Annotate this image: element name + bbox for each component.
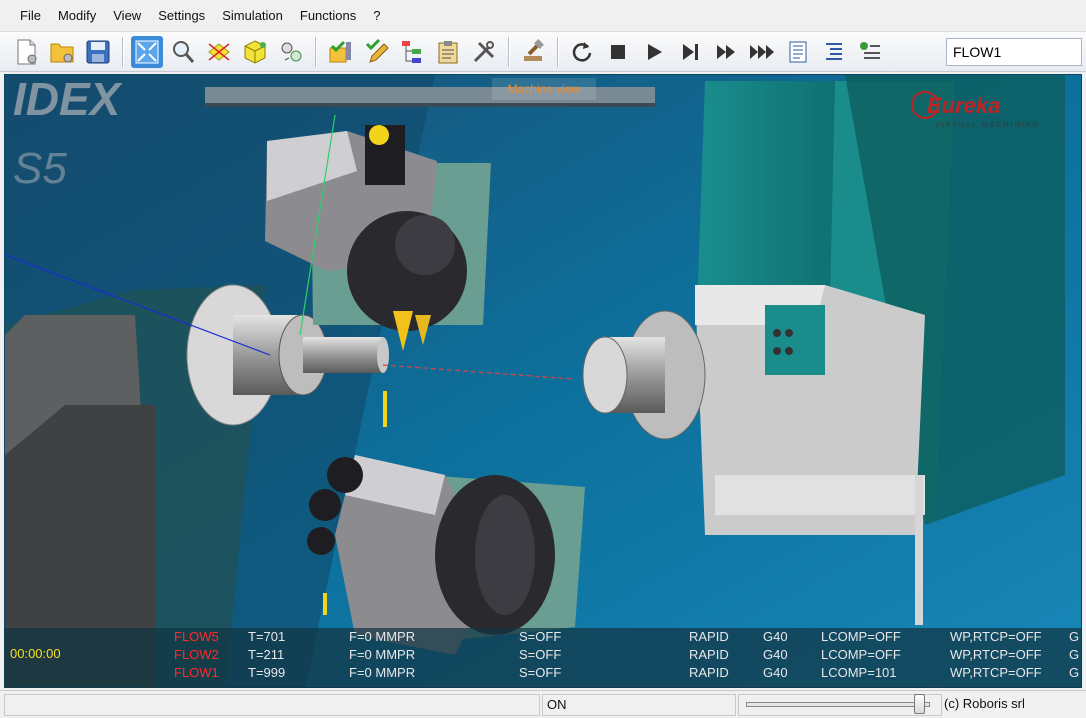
align-icon[interactable] [782, 36, 814, 68]
menu-simulation[interactable]: Simulation [212, 0, 290, 32]
extra-code: G [1069, 647, 1080, 662]
motion-mode: RAPID [689, 629, 729, 644]
extra-code: G [1069, 665, 1080, 680]
g-code: G40 [763, 665, 788, 680]
machine-model-text: S5 [13, 144, 67, 193]
hammer-icon[interactable] [517, 36, 549, 68]
g-code: G40 [763, 647, 788, 662]
menu-help[interactable]: ? [363, 0, 387, 32]
check-program-icon[interactable] [324, 36, 356, 68]
feed-value: F=0 MMPR [349, 665, 416, 680]
status-bar: ON (c) Roboris srl [0, 690, 1086, 718]
play-icon[interactable] [638, 36, 670, 68]
tool-value: T=999 [248, 665, 286, 680]
status-row: FLOW2 T=211 F=0 MMPR S=OFF RAPID G40 LCO… [4, 647, 1082, 665]
tool-value: T=211 [248, 647, 285, 662]
checklist-icon[interactable] [854, 36, 886, 68]
clipboard-icon[interactable] [432, 36, 464, 68]
machine-status-overlay: 00:00:00 FLOW5 T=701 F=0 MMPR S=OFF RAPI… [4, 628, 1082, 688]
speed-slider-thumb[interactable] [913, 694, 925, 714]
components-icon[interactable] [275, 36, 307, 68]
wp-rtcp-value: WP,RTCP=OFF [950, 647, 1042, 662]
status-panel-left [4, 694, 540, 716]
machine-3d-viewport[interactable]: IDEX S5 Eureka VIRTUAL MACHINING [4, 74, 1082, 688]
view-tooltip: Machine view [492, 78, 596, 100]
machine-scene: IDEX S5 Eureka VIRTUAL MACHINING [5, 75, 1081, 687]
extra-code: G [1069, 629, 1080, 644]
toolbar-separator [557, 36, 558, 67]
stop-icon[interactable] [602, 36, 634, 68]
flow-label: FLOW1 [174, 665, 219, 680]
status-row: FLOW1 T=999 F=0 MMPR S=OFF RAPID G40 LCO… [4, 665, 1082, 683]
save-icon[interactable] [82, 36, 114, 68]
motion-mode: RAPID [689, 647, 729, 662]
tree-structure-icon[interactable] [396, 36, 428, 68]
status-row: FLOW5 T=701 F=0 MMPR S=OFF RAPID G40 LCO… [4, 629, 1082, 647]
motion-mode: RAPID [689, 665, 729, 680]
flow-label: FLOW5 [174, 629, 219, 644]
step-icon[interactable] [674, 36, 706, 68]
lcomp-value: LCOMP=OFF [821, 647, 901, 662]
lcomp-value: LCOMP=OFF [821, 629, 901, 644]
axes-icon[interactable] [203, 36, 235, 68]
g-code: G40 [763, 629, 788, 644]
menu-file[interactable]: File [10, 0, 48, 32]
state-panel: ON [542, 694, 736, 716]
logo-subtext: VIRTUAL MACHINING [935, 122, 1040, 129]
tool-value: T=701 [248, 629, 286, 644]
reset-icon[interactable] [566, 36, 598, 68]
flow-label: FLOW2 [174, 647, 219, 662]
menu-settings[interactable]: Settings [148, 0, 212, 32]
wp-rtcp-value: WP,RTCP=OFF [950, 629, 1042, 644]
machine-brand-text: IDEX [13, 75, 123, 125]
tools-icon[interactable] [468, 36, 500, 68]
speed-slider-track[interactable] [746, 702, 930, 707]
logo-text: Eureka [927, 93, 1000, 118]
lcomp-value: LCOMP=101 [821, 665, 897, 680]
spindle-value: S=OFF [519, 665, 562, 680]
cube-view-icon[interactable] [239, 36, 271, 68]
menu-modify[interactable]: Modify [48, 0, 103, 32]
toolbar-separator [508, 36, 509, 67]
copyright-text: (c) Roboris srl [944, 696, 1025, 711]
flow-selector[interactable]: FLOW1 [946, 38, 1082, 66]
menu-view[interactable]: View [103, 0, 148, 32]
new-project-icon[interactable] [10, 36, 42, 68]
fit-view-icon[interactable] [131, 35, 163, 68]
toolbar-separator [122, 36, 123, 67]
wp-rtcp-value: WP,RTCP=OFF [950, 665, 1042, 680]
fast-forward-icon[interactable] [710, 36, 742, 68]
toolbar [0, 32, 1086, 72]
toolbar-separator [315, 36, 316, 67]
spindle-value: S=OFF [519, 629, 562, 644]
menu-bar: File Modify View Settings Simulation Fun… [0, 0, 1086, 32]
spindle-value: S=OFF [519, 647, 562, 662]
edit-program-icon[interactable] [360, 36, 392, 68]
feed-value: F=0 MMPR [349, 629, 416, 644]
feed-value: F=0 MMPR [349, 647, 416, 662]
indent-icon[interactable] [818, 36, 850, 68]
zoom-icon[interactable] [167, 36, 199, 68]
menu-functions[interactable]: Functions [290, 0, 363, 32]
fastest-forward-icon[interactable] [746, 36, 778, 68]
open-folder-icon[interactable] [46, 36, 78, 68]
